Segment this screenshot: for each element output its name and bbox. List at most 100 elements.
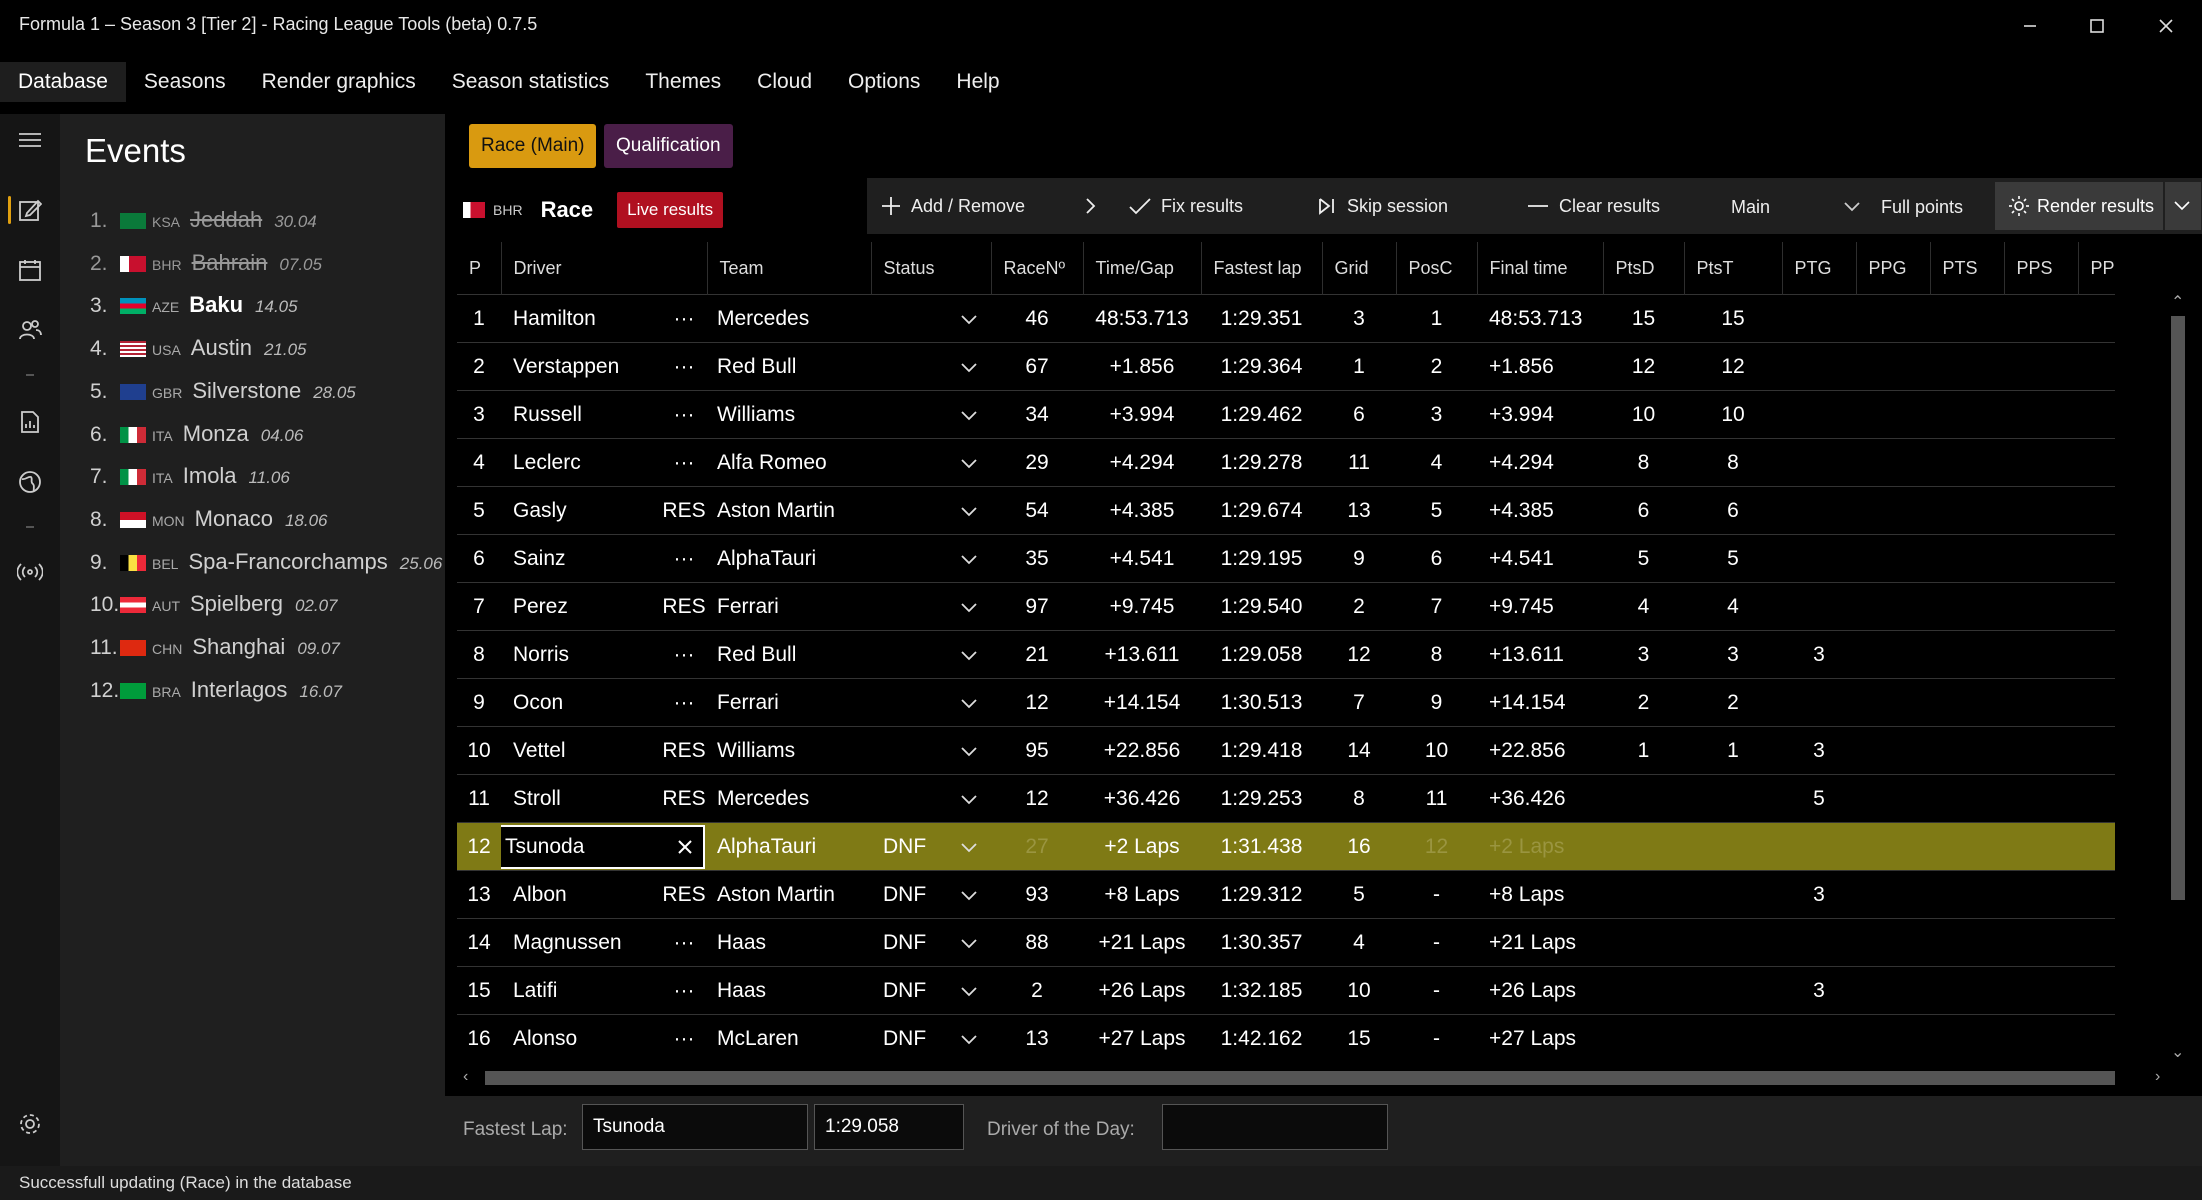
status-dropdown[interactable] [947, 870, 991, 919]
driver-cell[interactable]: Norris [501, 630, 661, 679]
team-cell[interactable]: Haas [707, 918, 871, 967]
grid-cell[interactable]: 13 [1322, 486, 1396, 535]
fastest-lap-cell[interactable]: 1:31.438 [1201, 822, 1322, 871]
status-cell[interactable] [871, 342, 947, 391]
driver-cell[interactable]: Alonso [501, 1014, 661, 1062]
grid-cell[interactable]: 1 [1322, 342, 1396, 391]
col-header[interactable]: PtsT [1683, 242, 1782, 295]
grid-cell[interactable]: 10 [1322, 966, 1396, 1015]
team-cell[interactable]: Mercedes [707, 294, 871, 343]
driver-cell[interactable]: Gasly [501, 486, 661, 535]
race-number-cell[interactable]: 97 [991, 582, 1083, 631]
race-number-cell[interactable]: 27 [991, 822, 1083, 871]
team-cell[interactable]: Red Bull [707, 630, 871, 679]
live-results-button[interactable]: Live results [617, 192, 724, 228]
table-row[interactable]: 1 Hamilton ··· Mercedes 46 48:53.713 1:29.351 3… [457, 294, 2115, 343]
race-number-cell[interactable]: 21 [991, 630, 1083, 679]
status-cell[interactable] [871, 390, 947, 439]
status-cell[interactable] [871, 534, 947, 583]
status-dropdown[interactable] [947, 582, 991, 631]
time-gap-cell[interactable]: +21 Laps [1083, 918, 1201, 967]
time-gap-cell[interactable]: +14.154 [1083, 678, 1201, 727]
nav-drivers[interactable] [0, 308, 60, 352]
race-number-cell[interactable]: 29 [991, 438, 1083, 487]
fastest-lap-cell[interactable]: 1:29.674 [1201, 486, 1322, 535]
fastest-lap-time-field[interactable]: 1:29.058 [814, 1104, 964, 1150]
table-row[interactable]: 7 Perez RES Ferrari 97 +9.745 1:29.540 2 7 +9.745… [457, 582, 2115, 631]
status-dropdown[interactable] [947, 774, 991, 823]
nav-results-editor[interactable] [0, 188, 60, 232]
team-cell[interactable]: Aston Martin [707, 870, 871, 919]
settings-button[interactable] [0, 1102, 60, 1146]
time-gap-cell[interactable]: +2 Laps [1083, 822, 1201, 871]
grid-cell[interactable]: 8 [1322, 774, 1396, 823]
col-header[interactable]: Grid [1321, 242, 1396, 295]
table-row[interactable]: 16 Alonso ··· McLaren DNF 13 +27 Laps 1:42.162 1… [457, 1014, 2115, 1062]
time-gap-cell[interactable]: +8 Laps [1083, 870, 1201, 919]
col-header[interactable]: PP [2077, 242, 2115, 295]
table-row[interactable]: 5 Gasly RES Aston Martin 54 +4.385 1:29.674 13 5… [457, 486, 2115, 535]
event-item[interactable]: 2. BHR Bahrain 07.05 [90, 250, 322, 290]
status-dropdown[interactable] [947, 966, 991, 1015]
driver-of-the-day-field[interactable] [1162, 1104, 1388, 1150]
status-cell[interactable]: DNF [871, 966, 947, 1015]
status-cell[interactable] [871, 774, 947, 823]
col-header[interactable]: PTS [1929, 242, 2004, 295]
nav-calendar[interactable] [0, 248, 60, 292]
menu-render-graphics[interactable]: Render graphics [244, 62, 434, 102]
event-item[interactable]: 10. AUT Spielberg 02.07 [90, 591, 338, 631]
status-cell[interactable]: DNF [871, 918, 947, 967]
status-dropdown[interactable] [947, 342, 991, 391]
status-dropdown[interactable] [947, 294, 991, 343]
horizontal-scrollbar[interactable]: ‹ › [459, 1068, 2169, 1088]
driver-cell[interactable]: Tsunoda [501, 822, 707, 871]
status-dropdown[interactable] [947, 390, 991, 439]
driver-cell[interactable]: Perez [501, 582, 661, 631]
menu-database[interactable]: Database [0, 62, 126, 102]
team-cell[interactable]: McLaren [707, 1014, 871, 1062]
race-number-cell[interactable]: 2 [991, 966, 1083, 1015]
minimize-button[interactable] [2000, 6, 2060, 46]
status-dropdown[interactable] [947, 486, 991, 535]
col-header[interactable]: Team [706, 242, 871, 295]
event-item[interactable]: 1. KSA Jeddah 30.04 [90, 207, 317, 247]
status-cell[interactable] [871, 726, 947, 775]
event-item[interactable]: 5. GBR Silverstone 28.05 [90, 378, 356, 418]
hamburger-button[interactable] [0, 118, 60, 162]
time-gap-cell[interactable]: 48:53.713 [1083, 294, 1201, 343]
col-header[interactable]: Time/Gap [1082, 242, 1201, 295]
race-number-cell[interactable]: 54 [991, 486, 1083, 535]
time-gap-cell[interactable]: +9.745 [1083, 582, 1201, 631]
status-dropdown[interactable] [947, 678, 991, 727]
driver-cell[interactable]: Magnussen [501, 918, 661, 967]
grid-cell[interactable]: 4 [1322, 918, 1396, 967]
driver-cell[interactable]: Verstappen [501, 342, 661, 391]
grid-cell[interactable]: 11 [1322, 438, 1396, 487]
add-remove-button[interactable]: Add / Remove [881, 178, 1025, 234]
tab-race-main[interactable]: Race (Main) [469, 124, 597, 168]
driver-cell[interactable]: Hamilton [501, 294, 661, 343]
nav-broadcast[interactable] [0, 550, 60, 594]
grid-cell[interactable]: 16 [1322, 822, 1396, 871]
scroll-down-icon[interactable]: ⌄ [2171, 1042, 2184, 1062]
event-item[interactable]: 4. USA Austin 21.05 [90, 335, 307, 375]
status-dropdown[interactable] [947, 1014, 991, 1062]
menu-themes[interactable]: Themes [627, 62, 739, 102]
grid-cell[interactable]: 5 [1322, 870, 1396, 919]
team-cell[interactable]: AlphaTauri [707, 534, 871, 583]
mode-dropdown[interactable]: Main [1717, 186, 1871, 228]
col-header[interactable]: Fastest lap [1200, 242, 1322, 295]
driver-cell[interactable]: Albon [501, 870, 661, 919]
grid-cell[interactable]: 14 [1322, 726, 1396, 775]
time-gap-cell[interactable]: +13.611 [1083, 630, 1201, 679]
table-row[interactable]: 9 Ocon ··· Ferrari 12 +14.154 1:30.513 7 9 +14.15… [457, 678, 2115, 727]
event-item[interactable]: 9. BEL Spa-Francorchamps 25.06 [90, 549, 442, 589]
fastest-lap-cell[interactable]: 1:29.195 [1201, 534, 1322, 583]
table-row[interactable]: 10 Vettel RES Williams 95 +22.856 1:29.418 14 10… [457, 726, 2115, 775]
fastest-lap-cell[interactable]: 1:29.351 [1201, 294, 1322, 343]
render-options-button[interactable] [2165, 182, 2201, 230]
event-item[interactable]: 7. ITA Imola 11.06 [90, 463, 290, 503]
grid-cell[interactable]: 12 [1322, 630, 1396, 679]
status-cell[interactable] [871, 678, 947, 727]
time-gap-cell[interactable]: +27 Laps [1083, 1014, 1201, 1062]
